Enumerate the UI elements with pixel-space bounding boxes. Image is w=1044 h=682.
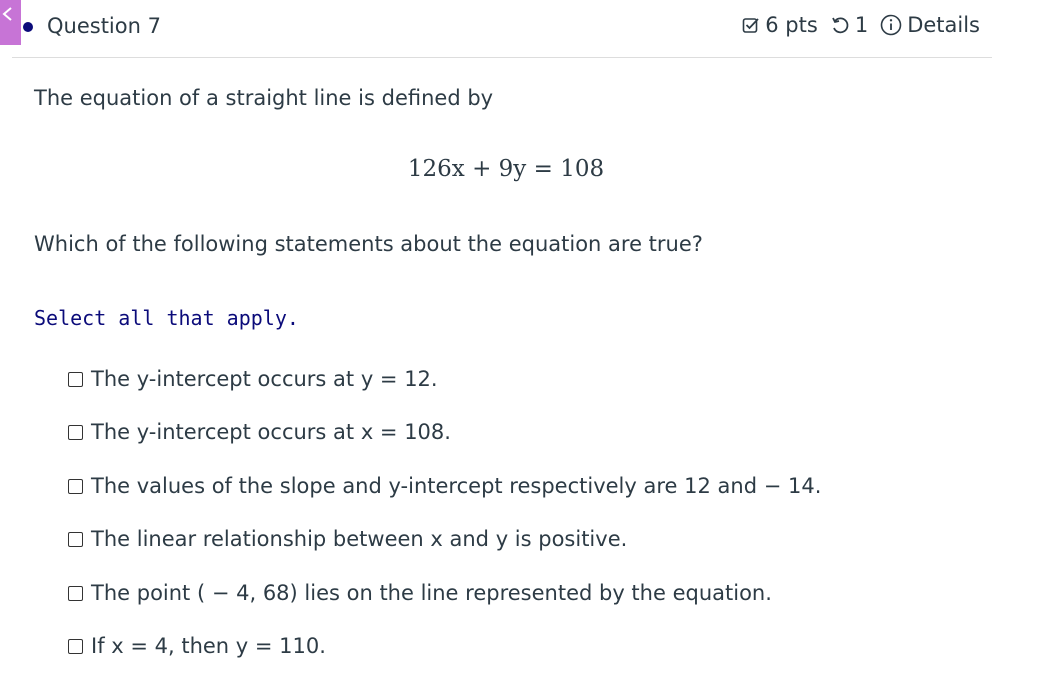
question-status-dot xyxy=(23,22,33,32)
answer-checkbox[interactable] xyxy=(68,371,83,387)
answer-label: The linear relationship between x and y … xyxy=(91,527,628,551)
collapse-tab[interactable] xyxy=(0,0,21,45)
answer-option-2[interactable]: The y-intercept occurs at x = 108. xyxy=(68,420,451,444)
answer-label: The y-intercept occurs at x = 108. xyxy=(91,420,451,444)
question-title: Question 7 xyxy=(47,14,161,38)
question-stem: The equation of a straight line is defin… xyxy=(34,86,494,110)
answer-label: The y-intercept occurs at y = 12. xyxy=(91,367,438,391)
answer-option-3[interactable]: The values of the slope and y-intercept … xyxy=(68,474,821,498)
select-all-instruction: Select all that apply. xyxy=(34,306,299,330)
details-link[interactable]: Details xyxy=(907,13,980,37)
answer-label: The values of the slope and y-intercept … xyxy=(91,474,822,498)
question-prompt: Which of the following statements about … xyxy=(34,232,703,256)
answer-label: If x = 4, then y = 110. xyxy=(91,634,326,658)
attempts-count: 1 xyxy=(854,13,869,37)
header-divider xyxy=(12,57,992,58)
answer-label: The point ( − 4, 68) lies on the line re… xyxy=(91,581,772,605)
info-icon[interactable] xyxy=(880,14,902,36)
answer-option-1[interactable]: The y-intercept occurs at y = 12. xyxy=(68,367,438,391)
chevron-left-icon xyxy=(2,7,12,21)
answer-checkbox[interactable] xyxy=(68,585,83,601)
checkbox-edit-icon xyxy=(742,16,760,34)
points-value: 6 pts xyxy=(765,13,818,37)
answer-option-6[interactable]: If x = 4, then y = 110. xyxy=(68,634,326,658)
retry-icon xyxy=(830,15,850,35)
answer-checkbox[interactable] xyxy=(68,531,83,547)
answer-checkbox[interactable] xyxy=(68,478,83,494)
question-meta: 6 pts 1 Details xyxy=(742,13,980,37)
answer-option-5[interactable]: The point ( − 4, 68) lies on the line re… xyxy=(68,581,772,605)
answer-checkbox[interactable] xyxy=(68,638,83,654)
line-equation: 126x + 9y = 108 xyxy=(407,156,605,182)
answer-checkbox[interactable] xyxy=(68,424,83,440)
answer-option-4[interactable]: The linear relationship between x and y … xyxy=(68,527,627,551)
